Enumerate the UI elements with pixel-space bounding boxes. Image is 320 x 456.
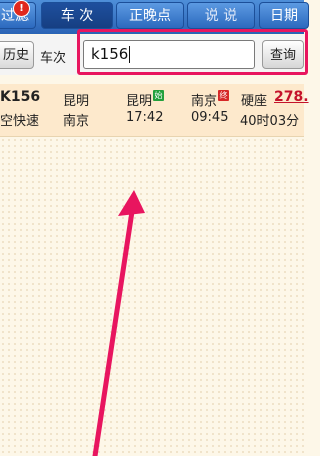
annotation-arrow-icon (92, 190, 145, 456)
arrow-shaft (92, 202, 136, 456)
arrow-head (118, 190, 145, 216)
